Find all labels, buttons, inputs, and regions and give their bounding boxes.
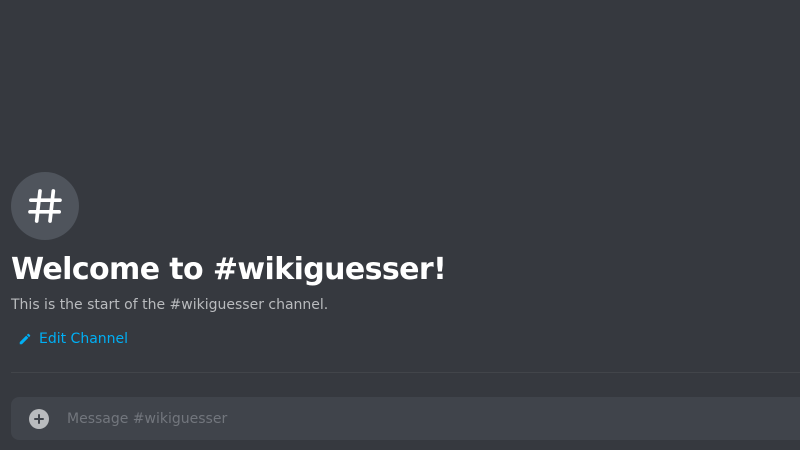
plus-circle-icon [34,413,44,424]
pencil-icon [19,333,31,345]
welcome-title: Welcome to #wikiguesser! [11,252,447,287]
channel-avatar [11,172,79,240]
message-composer [11,397,800,440]
hashtag-icon [28,189,62,223]
edit-channel-button[interactable]: Edit Channel [18,330,128,348]
edit-channel-label: Edit Channel [39,331,129,347]
divider [11,372,800,373]
welcome-subtitle: This is the start of the #wikiguesser ch… [11,297,329,313]
channel-welcome-section: Welcome to #wikiguesser! This is the sta… [11,172,791,347]
attach-button[interactable] [29,408,49,429]
message-input[interactable] [67,397,800,440]
